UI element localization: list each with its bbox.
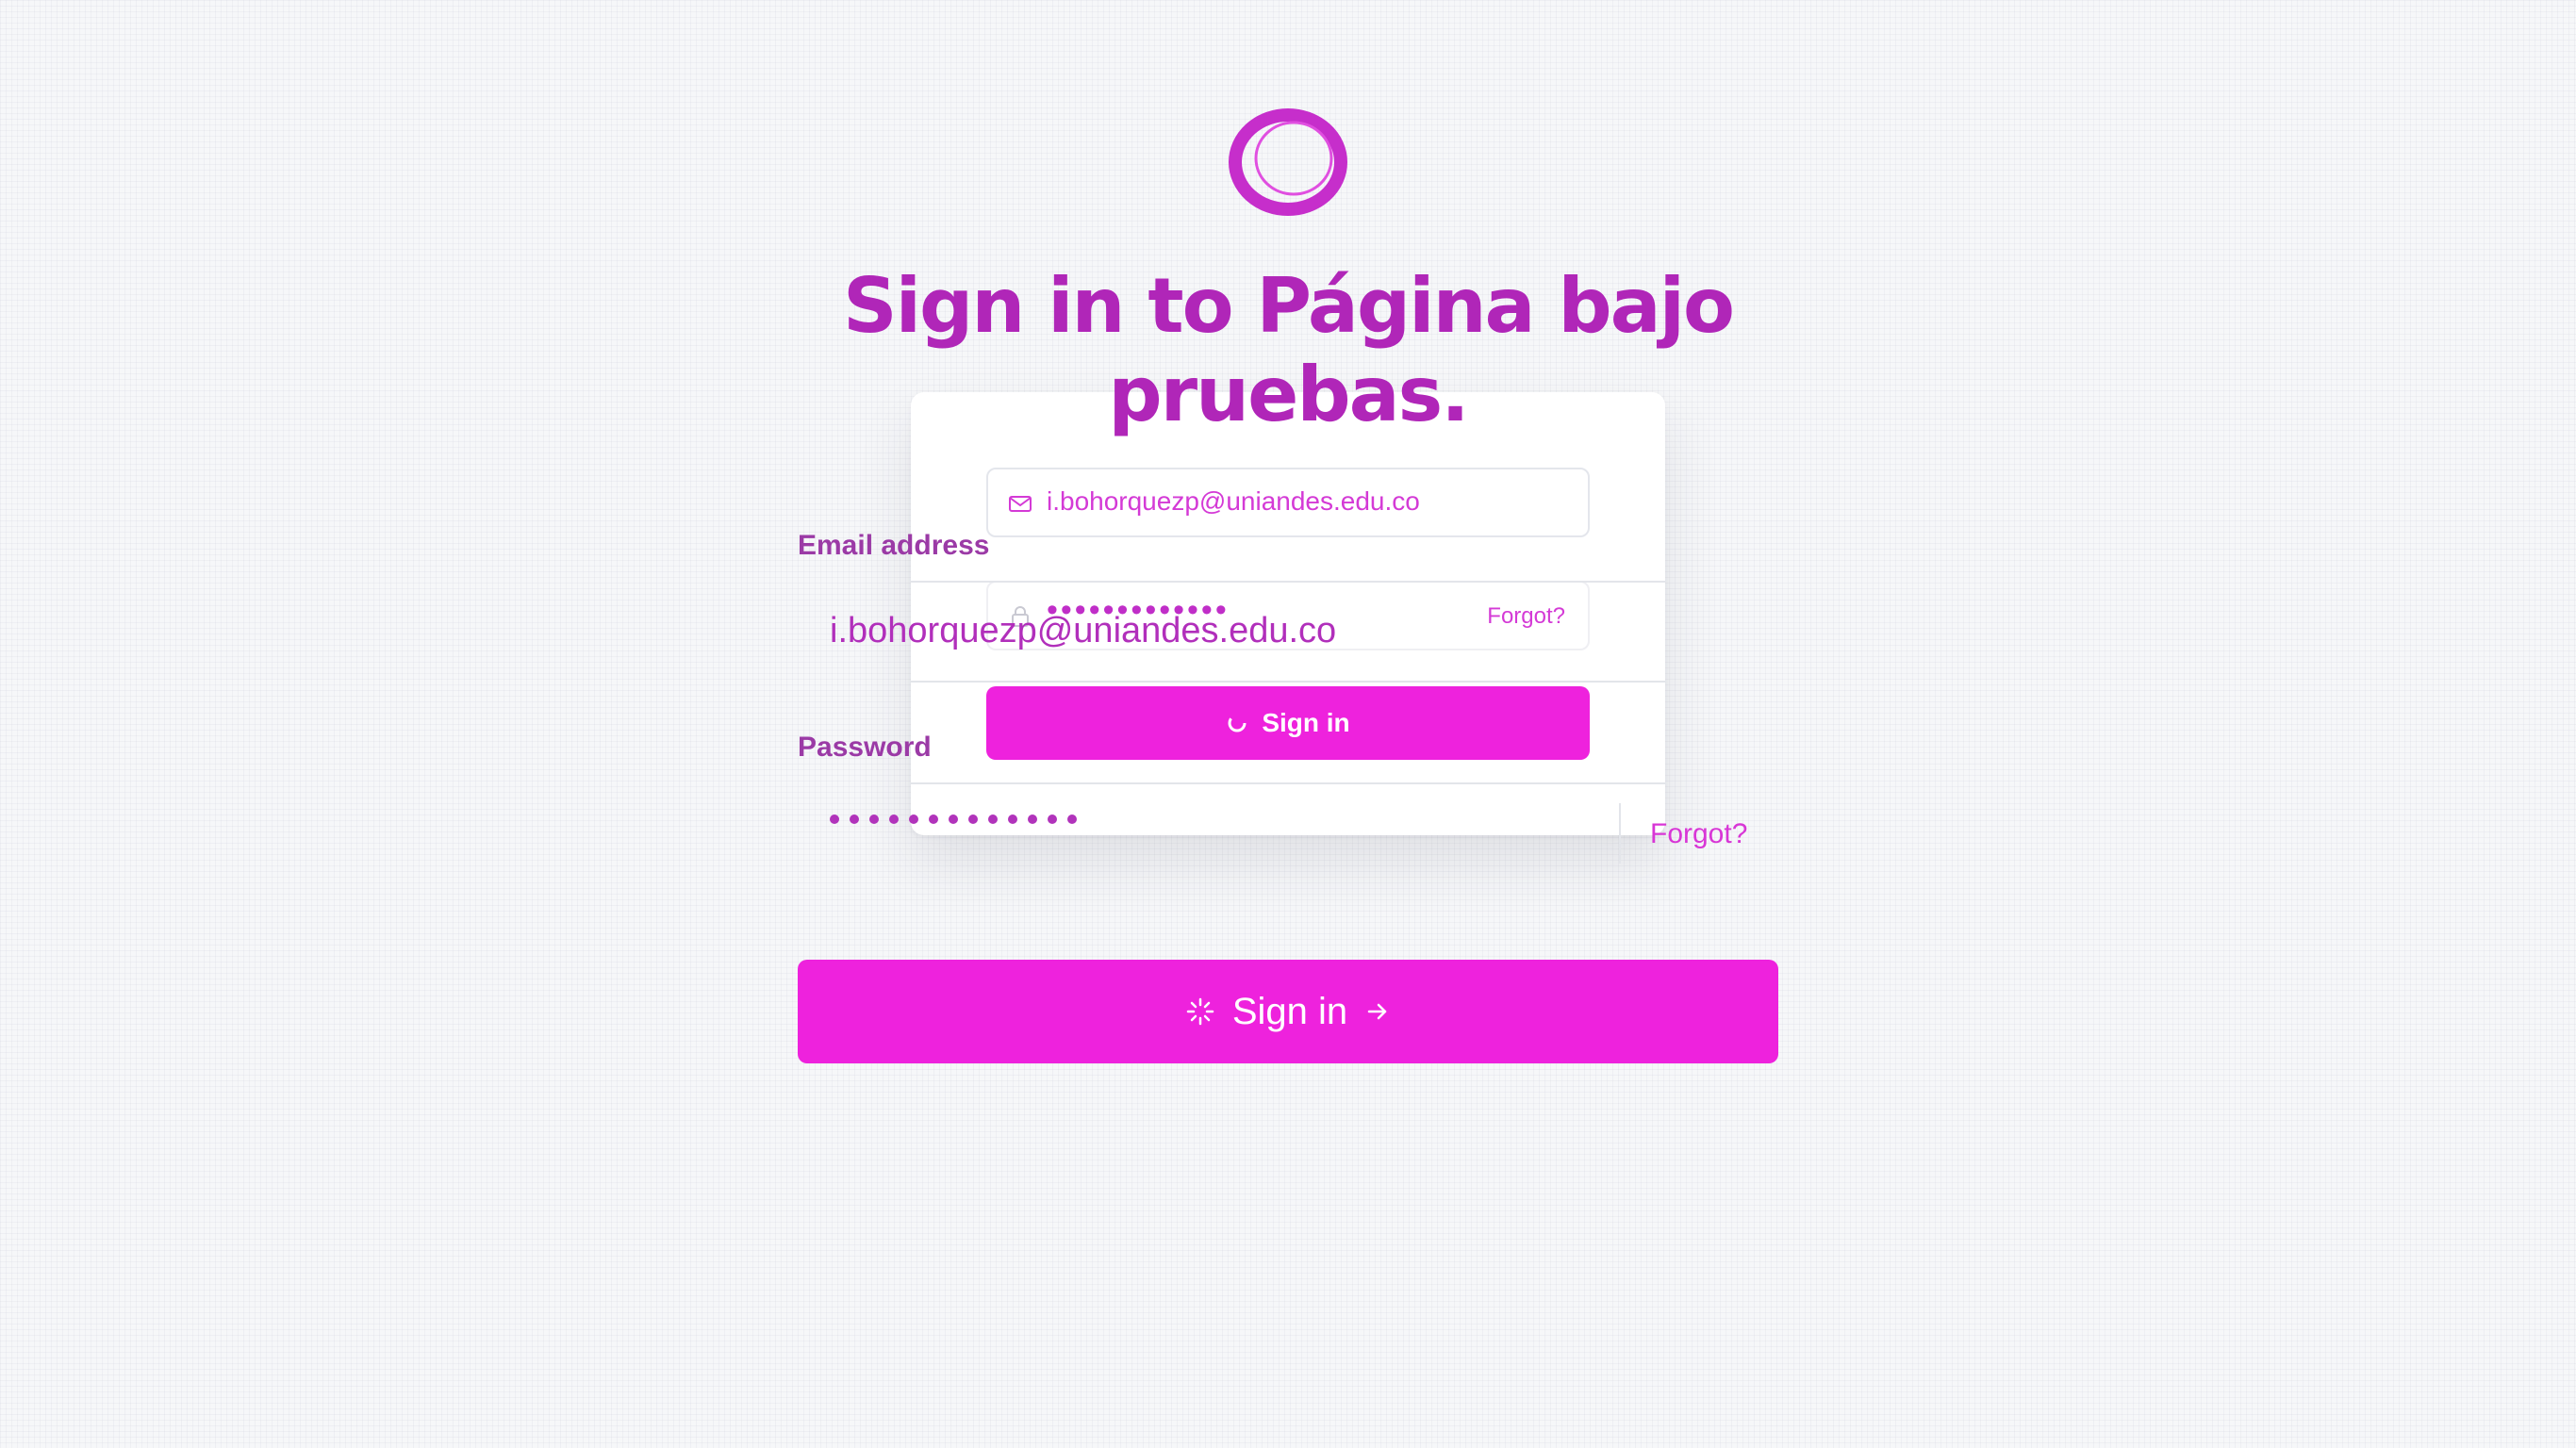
spinner-icon [1186, 997, 1214, 1026]
forgot-preview-link[interactable]: Forgot? [1487, 603, 1565, 630]
sign-in-label: Sign in [1231, 990, 1348, 1032]
email-field-bottom-border [911, 681, 1665, 683]
sign-in-preview-label: Sign in [1262, 708, 1350, 737]
ring-logo-icon [1229, 108, 1347, 216]
password-input[interactable] [830, 814, 1077, 824]
login-page: i.bohorquezp@uniandes.edu.co •••••••••••… [0, 0, 2576, 1448]
page-title: Sign in to Página bajo pruebas. [843, 262, 1735, 438]
email-input[interactable]: i.bohorquezp@uniandes.edu.co [830, 611, 1336, 651]
sign-in-preview-button[interactable]: Sign in [986, 686, 1590, 760]
sign-in-button[interactable]: Sign in [798, 960, 1778, 1063]
forgot-password-link[interactable]: Forgot? [1650, 818, 1747, 850]
spinner-icon [1228, 714, 1247, 732]
password-divider [1619, 803, 1621, 864]
email-label: Email address [798, 530, 990, 561]
email-field-preview[interactable]: i.bohorquezp@uniandes.edu.co [986, 468, 1590, 537]
email-preview-value: i.bohorquezp@uniandes.edu.co [1047, 486, 1420, 516]
mail-icon [1009, 496, 1032, 512]
email-field-top-border [911, 581, 1665, 583]
password-field-top-border [911, 782, 1665, 784]
password-label: Password [798, 732, 932, 763]
arrow-right-icon [1367, 1003, 1387, 1020]
